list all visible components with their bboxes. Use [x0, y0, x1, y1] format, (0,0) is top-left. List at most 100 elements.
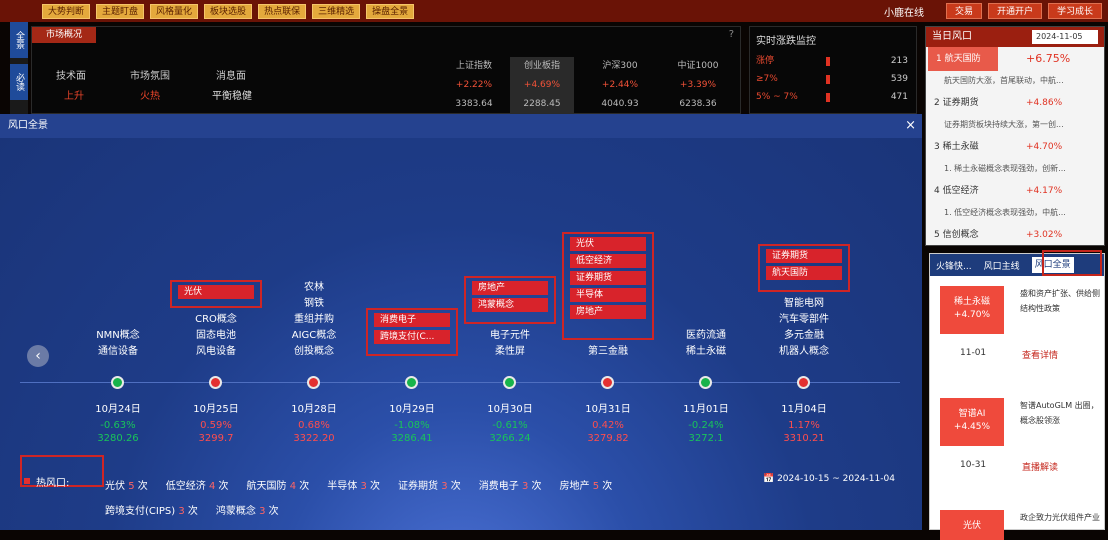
hotspot-item[interactable]: 4 低空经济 +4.17%: [926, 179, 1104, 203]
legend-item[interactable]: 航天国防 4 次: [247, 474, 310, 499]
toolbar-button-theme[interactable]: 主题盯盘: [96, 3, 145, 19]
concept-label[interactable]: 医药流通: [656, 328, 756, 344]
concept-label[interactable]: 创投概念: [264, 344, 364, 360]
feed-card[interactable]: 智谱AI +4.45% 10-31 智谱AutoGLM 出圈，概念股领涨 直播解读: [930, 388, 1104, 500]
trade-button[interactable]: 交易: [945, 3, 982, 19]
hot-concept-tag[interactable]: 消费电子: [374, 313, 450, 327]
hot-concept-tag[interactable]: 半导体: [570, 288, 646, 302]
concept-label[interactable]: NMN概念: [68, 328, 168, 344]
concept-label[interactable]: 风电设备: [166, 344, 266, 360]
day-change-pct: -0.63%: [100, 420, 136, 431]
toolbar-button-trend[interactable]: 大势判断: [42, 3, 91, 19]
card-link[interactable]: 直播解读: [1022, 460, 1058, 473]
hotspot-summary: 证券期货板块持续大涨，第一创...: [944, 120, 1064, 129]
concept-label[interactable]: 重组并购: [264, 312, 364, 328]
concept-label[interactable]: 钢铁: [264, 296, 364, 312]
concept-label[interactable]: 农林: [264, 280, 364, 296]
date-picker[interactable]: 2024-11-05: [1032, 30, 1098, 44]
legend-count: 3: [521, 481, 529, 492]
toolbar-button-sector[interactable]: 板块选股: [204, 3, 253, 19]
concept-label[interactable]: 第三金融: [558, 344, 658, 360]
feed-card[interactable]: 光伏 政企致力光伏组件产业: [930, 500, 1104, 540]
tab-mainline[interactable]: 风口主线: [984, 259, 1020, 272]
toolbar-button-panorama[interactable]: 操盘全景: [366, 3, 415, 19]
date-range-text: 2024-10-15 ~ 2024-11-04: [777, 474, 895, 484]
concept-label[interactable]: 通信设备: [68, 344, 168, 360]
legend-item[interactable]: 半导体 3 次: [327, 474, 380, 499]
tab-fire[interactable]: 火锋快...: [936, 259, 972, 272]
legend-title: 热风口:: [36, 478, 70, 489]
monitor-row[interactable]: 5% ~ 7% 471: [750, 88, 916, 106]
index-csi1000[interactable]: 中证1000 +3.39% 6238.36: [666, 57, 730, 114]
tab-panorama[interactable]: 全景: [10, 22, 28, 58]
close-icon[interactable]: ×: [905, 114, 916, 138]
date-range[interactable]: 📅 2024-10-15 ~ 2024-11-04: [763, 474, 895, 484]
legend-item[interactable]: 证券期货 3 次: [398, 474, 461, 499]
card-date: 11-01: [960, 348, 987, 358]
legend-item[interactable]: 低空经济 4 次: [166, 474, 229, 499]
concept-label[interactable]: AIGC概念: [264, 328, 364, 344]
up-dot[interactable]: [307, 376, 320, 389]
down-dot[interactable]: [405, 376, 418, 389]
monitor-row[interactable]: 涨停 213: [750, 52, 916, 70]
legend-item[interactable]: 跨境支付(CIPS) 3 次: [105, 499, 198, 524]
concept-label[interactable]: 稀土永磁: [656, 344, 756, 360]
concept-label[interactable]: 汽车零部件: [754, 312, 854, 328]
hotspot-item[interactable]: 3 稀土永磁 +4.70%: [926, 135, 1104, 159]
legend-item[interactable]: 鸿蒙概念 3 次: [216, 499, 279, 524]
down-dot[interactable]: [111, 376, 124, 389]
hotspot-item[interactable]: 5 信创概念 +3.02%: [926, 223, 1104, 247]
concept-label[interactable]: CRO概念: [166, 312, 266, 328]
index-name: 中证1000: [677, 61, 719, 71]
concept-label[interactable]: 机器人概念: [754, 344, 854, 360]
card-link[interactable]: 查看详情: [1022, 348, 1058, 361]
hot-concept-tag[interactable]: 鸿蒙概念: [472, 298, 548, 312]
hot-concept-tag[interactable]: 航天国防: [766, 266, 842, 280]
hot-concept-tag[interactable]: 房地产: [472, 281, 548, 295]
hotspot-name: 2 证券期货: [934, 98, 979, 108]
help-icon[interactable]: ?: [729, 29, 734, 40]
left-tabs: 全景 必读: [10, 22, 28, 114]
up-dot[interactable]: [601, 376, 614, 389]
hot-concept-tag[interactable]: 光伏: [570, 237, 646, 251]
concept-label[interactable]: 柔性屏: [460, 344, 560, 360]
monitor-bar: [826, 75, 830, 84]
hot-concept-tag[interactable]: 光伏: [178, 285, 254, 299]
legend-item[interactable]: 消费电子 3 次: [479, 474, 542, 499]
hotspot-item[interactable]: 2 证券期货 +4.86%: [926, 91, 1104, 115]
tab-market-overview[interactable]: 市场概况: [32, 27, 97, 43]
hot-concept-tag[interactable]: 跨境支付(C...: [374, 330, 450, 344]
toolbar-button-hot[interactable]: 热点联保: [258, 3, 307, 19]
toolbar-button-style[interactable]: 风格量化: [150, 3, 199, 19]
feed-card[interactable]: 稀土永磁 +4.70% 11-01 盛和资产扩张、供给侧结构性政策 查看详情: [930, 276, 1104, 388]
day-date: 10月25日: [193, 404, 239, 415]
index-chinext[interactable]: 创业板指 +4.69% 2288.45: [510, 57, 574, 114]
toolbar-button-3d[interactable]: 三维精选: [312, 3, 361, 19]
index-shanghai[interactable]: 上证指数 +2.22% 3383.64: [442, 57, 506, 114]
hot-concept-tag[interactable]: 证券期货: [570, 271, 646, 285]
chevron-left-icon[interactable]: ‹: [27, 345, 49, 367]
tab-must-read[interactable]: 必读: [10, 64, 28, 100]
index-csi300[interactable]: 沪深300 +2.44% 4040.93: [588, 57, 652, 114]
concept-label[interactable]: 智能电网: [754, 296, 854, 312]
hot-concept-tag[interactable]: 低空经济: [570, 254, 646, 268]
hot-concept-tag[interactable]: 证券期货: [766, 249, 842, 263]
hotspot-item[interactable]: 1 航天国防: [928, 47, 998, 71]
monitor-row[interactable]: ≥7% 539: [750, 70, 916, 88]
down-dot[interactable]: [503, 376, 516, 389]
monitor-label: 涨停: [756, 56, 775, 66]
down-dot[interactable]: [699, 376, 712, 389]
concept-label[interactable]: 固态电池: [166, 328, 266, 344]
open-account-button[interactable]: 开通开户: [987, 3, 1042, 19]
monitor-count: 213: [890, 56, 908, 66]
hot-concept-tag[interactable]: 房地产: [570, 305, 646, 319]
hot-concept-box: 消费电子跨境支付(C...: [366, 308, 458, 356]
up-dot[interactable]: [209, 376, 222, 389]
up-dot[interactable]: [797, 376, 810, 389]
learn-button[interactable]: 学习成长: [1047, 3, 1102, 19]
legend-item[interactable]: 房地产 5 次: [560, 474, 613, 499]
concept-label[interactable]: 电子元件: [460, 328, 560, 344]
concept-label[interactable]: 多元金融: [754, 328, 854, 344]
legend-item[interactable]: 光伏 5 次: [105, 474, 148, 499]
card-pct: +4.70%: [953, 310, 991, 320]
